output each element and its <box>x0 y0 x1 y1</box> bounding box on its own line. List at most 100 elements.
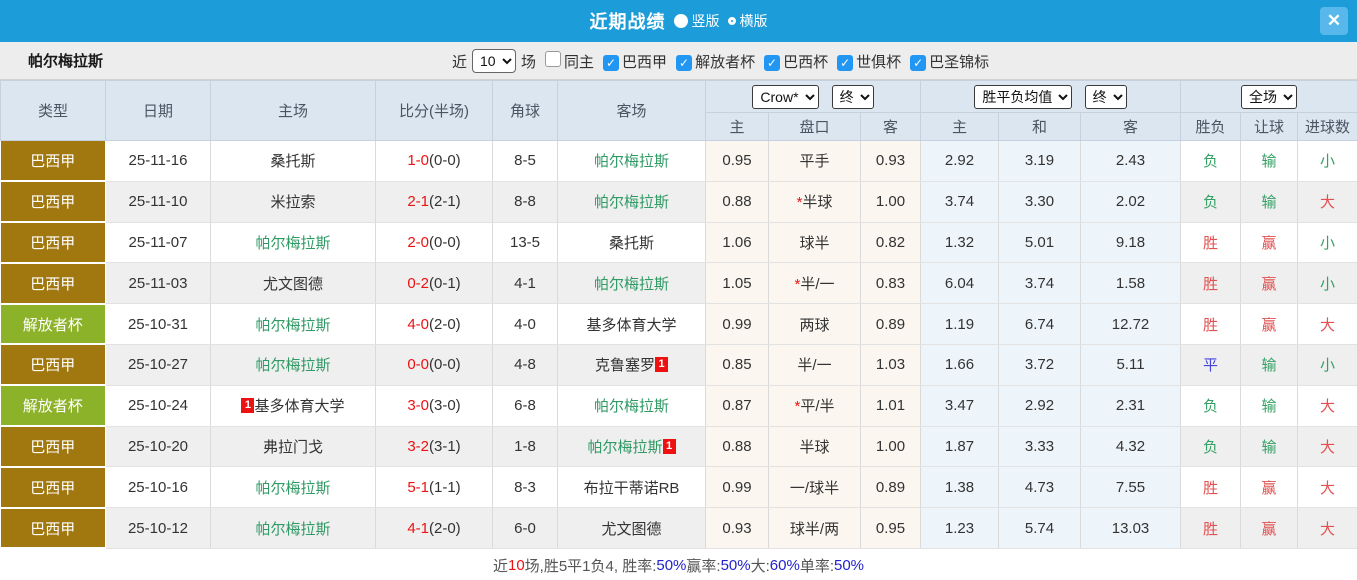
col-header-home: 主场 <box>210 80 376 141</box>
table-row: 巴西甲 25-11-03 尤文图德 0-2(0-1) 4-1 帕尔梅拉斯 1.05 *半/一 0… <box>0 262 1357 305</box>
date-cell: 25-11-16 <box>105 140 211 182</box>
away-team-cell: 帕尔梅拉斯 1 <box>557 426 706 468</box>
odds-draw: 3.74 <box>998 262 1081 305</box>
team-name-text: 帕尔梅拉斯 <box>593 153 669 171</box>
handicap-line: 半/一 <box>768 344 861 386</box>
radio-vertical-label: 竖版 <box>691 13 720 29</box>
result-goals: 大 <box>1297 181 1357 223</box>
date-cell: 25-10-31 <box>105 303 211 345</box>
result-handicap: 赢 <box>1240 222 1299 264</box>
fulltime-score: 2-1 <box>407 193 429 211</box>
handicap-away-odds: 1.03 <box>860 344 921 386</box>
result-outcome: 负 <box>1180 426 1242 468</box>
layout-radio-vertical[interactable]: 竖版 <box>673 11 720 31</box>
handicap-line: *平/半 <box>768 385 861 427</box>
checkbox-label: 解放者杯 <box>695 53 756 71</box>
type-cell: 巴西甲 <box>0 262 106 305</box>
odds-home-win: 1.19 <box>920 303 999 345</box>
summary-segment: 10 <box>507 556 525 574</box>
checkbox-巴西甲[interactable]: ✓ <box>603 54 620 71</box>
summary-segment: 大: <box>750 557 770 575</box>
result-goals: 大 <box>1297 507 1357 549</box>
away-team-cell: 布拉干蒂诺RB <box>557 466 706 509</box>
checkbox-巴圣锦标[interactable]: ✓ <box>910 54 927 71</box>
europe-period-select[interactable]: 终 <box>1084 84 1127 109</box>
odds-home-win: 3.47 <box>920 385 999 427</box>
odds-draw: 3.19 <box>998 140 1081 182</box>
odds-home-win: 1.66 <box>920 344 999 386</box>
col-header-type: 类型 <box>0 80 106 141</box>
handicap-star: * <box>794 275 801 293</box>
score-cell: 0-0(0-0) <box>375 344 493 386</box>
bookmaker-select[interactable]: Crow* <box>752 84 820 109</box>
europe-avg-select[interactable]: 胜平负均值 <box>974 84 1073 109</box>
check-icon: ✓ <box>606 55 617 70</box>
handicap-away-odds: 0.82 <box>860 222 921 264</box>
handicap-home-odds: 0.85 <box>705 344 769 386</box>
table-row: 巴西甲 25-10-27 帕尔梅拉斯 0-0(0-0) 4-8 克鲁塞罗 1 0.85 半/一 1… <box>0 344 1357 387</box>
sub-header-result: 胜负 <box>1180 112 1242 141</box>
result-outcome: 胜 <box>1180 507 1242 549</box>
page-title: 近期战绩 <box>589 12 666 32</box>
odds-draw: 2.92 <box>998 385 1081 427</box>
radio-horizontal-label: 横版 <box>739 13 768 29</box>
col-header-away: 客场 <box>557 80 706 141</box>
halftime-score: (0-0) <box>429 233 461 251</box>
handicap-line: 球半 <box>768 222 861 264</box>
summary-segment: 近 <box>492 557 508 575</box>
filter-controls: 近 10 场 同主 ✓ 巴西甲 ✓ 解放者杯 ✓ 巴西杯 ✓ 世俱杯 ✓ 巴圣锦标 <box>452 42 989 80</box>
scope-select[interactable]: 全场 <box>1241 84 1298 109</box>
date-cell: 25-11-07 <box>105 222 211 264</box>
odds-home-win: 1.38 <box>920 466 999 509</box>
type-cell: 巴西甲 <box>0 140 106 183</box>
handicap-line: *半球 <box>768 181 861 223</box>
corners-cell: 1-8 <box>492 426 558 468</box>
handicap-period-select[interactable]: 终 <box>831 84 874 109</box>
close-button[interactable]: ✕ <box>1320 7 1348 35</box>
odds-draw: 5.74 <box>998 507 1081 549</box>
fulltime-score: 3-0 <box>407 397 429 415</box>
team-name-text: 帕尔梅拉斯 <box>255 520 331 538</box>
away-team-cell: 基多体育大学 <box>557 303 706 345</box>
checkbox-巴西杯[interactable]: ✓ <box>764 54 781 71</box>
table-row: 解放者杯 25-10-31 帕尔梅拉斯 4-0(2-0) 4-0 基多体育大学 0.99 两球… <box>0 303 1357 346</box>
checkbox-世俱杯[interactable]: ✓ <box>837 54 854 71</box>
halftime-score: (3-1) <box>429 437 461 455</box>
odds-away-win: 13.03 <box>1080 507 1182 549</box>
handicap-away-odds: 0.89 <box>860 466 921 509</box>
halftime-score: (0-0) <box>429 356 461 374</box>
checkbox-label: 巴西甲 <box>622 53 668 71</box>
checkbox-解放者杯[interactable]: ✓ <box>676 54 693 71</box>
handicap-line: 两球 <box>768 303 861 345</box>
summary-segment: 场,胜5平1负4, 胜率: <box>524 557 657 575</box>
home-team-cell: 帕尔梅拉斯 <box>210 344 376 386</box>
corners-cell: 6-0 <box>492 507 558 549</box>
match-count-select[interactable]: 10 <box>472 49 517 73</box>
odds-home-win: 2.92 <box>920 140 999 182</box>
layout-radio-horizontal[interactable]: 横版 <box>727 11 768 31</box>
result-outcome: 胜 <box>1180 262 1242 305</box>
result-outcome: 胜 <box>1180 303 1242 345</box>
sub-header-eu-draw: 和 <box>998 112 1081 141</box>
result-handicap: 输 <box>1240 344 1299 386</box>
type-cell: 巴西甲 <box>0 222 106 264</box>
corners-cell: 8-8 <box>492 181 558 223</box>
halftime-score: (2-0) <box>429 315 461 333</box>
sub-header-handicap-result: 让球 <box>1240 112 1299 141</box>
check-icon: ✓ <box>767 55 778 70</box>
handicap-away-odds: 0.93 <box>860 140 921 182</box>
score-cell: 2-0(0-0) <box>375 222 493 264</box>
score-cell: 3-0(3-0) <box>375 385 493 427</box>
result-goals: 小 <box>1297 140 1357 182</box>
halftime-score: (2-0) <box>429 519 461 537</box>
result-outcome: 负 <box>1180 181 1242 223</box>
sub-header-eu-home: 主 <box>920 112 999 141</box>
checkbox-label: 巴西杯 <box>783 53 829 71</box>
checkbox-label: 同主 <box>564 53 595 71</box>
score-cell: 1-0(0-0) <box>375 140 493 182</box>
result-goals: 大 <box>1297 303 1357 345</box>
radio-unselected-icon <box>727 17 736 25</box>
odds-away-win: 2.43 <box>1080 140 1182 182</box>
result-handicap: 输 <box>1240 140 1299 182</box>
checkbox-同主[interactable] <box>545 50 562 67</box>
